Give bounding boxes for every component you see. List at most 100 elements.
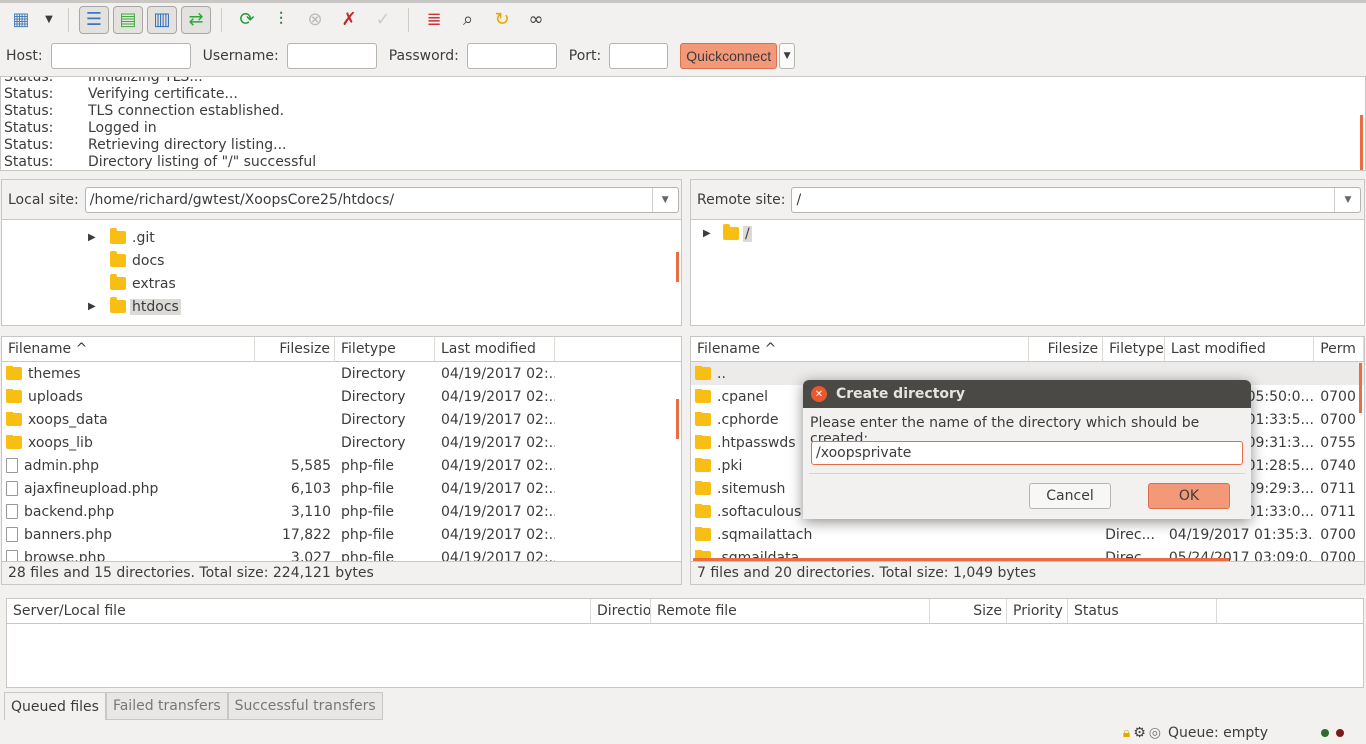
file-row[interactable]: ajaxfineupload.php 6,103 php-file 04/19/201… (2, 477, 681, 500)
tab-failed-transfers[interactable]: Failed transfers (105, 692, 228, 720)
permissions: 0740 (1320, 457, 1356, 474)
filename: themes (28, 365, 81, 382)
filename: .softaculous (717, 503, 802, 520)
column-priority[interactable]: Priority (1007, 599, 1068, 623)
remote-path-combo[interactable]: / ▼ (791, 186, 1362, 213)
tree-node[interactable]: ▶ / (703, 222, 1364, 245)
port-input[interactable] (609, 43, 669, 69)
file-row[interactable]: admin.php 5,585 php-file 04/19/2017 02:... (2, 454, 681, 477)
filter-icon[interactable]: ⫶ (266, 6, 296, 34)
column-status[interactable]: Status (1068, 599, 1217, 623)
ok-button[interactable]: OK (1148, 483, 1230, 509)
tab-queued-files[interactable]: Queued files (4, 692, 106, 720)
find-icon[interactable]: ∞ (521, 6, 551, 34)
directory-compare-icon[interactable]: ≣ (419, 6, 449, 34)
log-message: Logged in (88, 120, 157, 136)
column-permissions[interactable]: Perm (1314, 337, 1364, 361)
expand-arrow-icon[interactable]: ▶ (88, 301, 106, 312)
filename: xoops_lib (28, 434, 93, 451)
quickconnect-button[interactable]: Quickconnect (680, 43, 778, 69)
permissions: 0700 (1320, 526, 1356, 543)
tree-node[interactable]: ▶ htdocs (2, 295, 681, 318)
search-icon[interactable]: ⌕ (453, 6, 483, 34)
file-icon (6, 550, 18, 561)
file-row[interactable]: themes Directory 04/19/2017 02:... (2, 362, 681, 385)
column-filetype[interactable]: Filetype (1103, 337, 1165, 361)
file-row[interactable]: xoops_data Directory 04/19/2017 02:... (2, 408, 681, 431)
site-manager-icon[interactable]: ▦ (6, 6, 36, 34)
remote-list-scrollbar[interactable] (1359, 363, 1362, 413)
column-filename[interactable]: Filename ^ (2, 337, 255, 361)
tab-successful-transfers[interactable]: Successful transfers (227, 692, 383, 720)
remote-site-label: Remote site: (697, 191, 786, 208)
refresh-icon[interactable]: ⟳ (232, 6, 262, 34)
permissions: 0700 (1320, 549, 1356, 562)
log-message: TLS connection established. (88, 103, 285, 119)
column-last-modified[interactable]: Last modified (1165, 337, 1315, 361)
column-filename[interactable]: Filename ^ (691, 337, 1030, 361)
create-directory-dialog: ✕ Create directory Please enter the name… (803, 380, 1251, 519)
log-scrollbar[interactable] (1360, 115, 1363, 170)
tree-node[interactable]: extras (2, 272, 681, 295)
quickconnect-history-dropdown[interactable]: ▼ (779, 43, 796, 69)
cancel-button[interactable]: Cancel (1029, 483, 1111, 509)
port-label: Port: (568, 48, 602, 64)
column-remote-file[interactable]: Remote file (651, 599, 930, 623)
column-last-modified[interactable]: Last modified (435, 337, 555, 361)
file-row[interactable]: backend.php 3,110 php-file 04/19/2017 02:..… (2, 500, 681, 523)
tree-node[interactable]: docs (2, 249, 681, 272)
file-row[interactable]: uploads Directory 04/19/2017 02:... (2, 385, 681, 408)
folder-icon (695, 526, 711, 541)
transfer-queue-icon[interactable]: ⇄ (181, 5, 211, 34)
column-filesize[interactable]: Filesize (255, 337, 335, 361)
folder-icon (723, 224, 739, 240)
column-direction[interactable]: Directio (591, 599, 651, 623)
local-summary: 28 files and 15 directories. Total size:… (2, 561, 681, 584)
file-row[interactable]: banners.php 17,822 php-file 04/19/2017 02:.… (2, 523, 681, 546)
host-input[interactable] (50, 43, 191, 69)
local-tree-icon[interactable]: ▤ (113, 5, 143, 34)
close-icon[interactable]: ✕ (811, 386, 827, 402)
remote-tree-icon[interactable]: ▥ (147, 5, 177, 34)
local-tree-scrollbar[interactable] (676, 252, 679, 282)
filetype: php-file (341, 503, 395, 520)
log-type: Status: (4, 120, 54, 136)
file-row[interactable]: xoops_lib Directory 04/19/2017 02:... (2, 431, 681, 454)
filetype: php-file (341, 457, 395, 474)
log-type: Status: (4, 103, 54, 119)
remote-list-hscrollbar[interactable] (693, 558, 1229, 561)
folder-icon (695, 434, 711, 449)
password-label: Password: (388, 48, 459, 64)
local-site-panel: Local site: /home/richard/gwtest/XoopsCo… (1, 179, 682, 326)
last-modified: 04/19/2017 02:... (441, 411, 555, 428)
filetype: Directory (341, 388, 406, 405)
username-input[interactable] (286, 43, 377, 69)
log-type: Status: (4, 137, 54, 153)
synchronized-browsing-icon[interactable]: ↻ (487, 6, 517, 34)
directory-name-input[interactable] (811, 441, 1243, 465)
expand-arrow-icon[interactable]: ▶ (703, 228, 719, 239)
column-filetype[interactable]: Filetype (335, 337, 435, 361)
disconnect-icon[interactable]: ✗ (334, 6, 364, 34)
local-path-combo[interactable]: /home/richard/gwtest/XoopsCore25/htdocs/… (84, 186, 679, 213)
column-size[interactable]: Size (930, 599, 1007, 623)
expand-arrow-icon[interactable]: ▶ (88, 232, 106, 243)
password-input[interactable] (466, 43, 557, 69)
speed-limit-gear-icon[interactable]: ⚙ (1133, 725, 1146, 741)
folder-icon (110, 297, 126, 313)
local-list-scrollbar[interactable] (676, 399, 679, 439)
chevron-down-icon[interactable]: ▼ (651, 187, 678, 212)
tree-node[interactable]: ▶ .git (2, 226, 681, 249)
file-row[interactable]: browse.php 3,027 php-file 04/19/2017 02:... (2, 546, 681, 561)
tree-node-label: .git (132, 229, 155, 246)
file-row[interactable]: .sqmailattach Direc... 04/19/2017 01:35:3.… (691, 523, 1364, 546)
message-log-icon[interactable]: ☰ (79, 5, 109, 34)
dropdown-icon[interactable]: ▼ (40, 6, 58, 34)
chevron-down-icon[interactable]: ▼ (1334, 187, 1360, 212)
cancel-icon[interactable]: ⊗ (300, 6, 330, 34)
reconnect-icon[interactable]: ✓ (368, 6, 398, 34)
column-filesize[interactable]: Filesize (1029, 337, 1104, 361)
toolbar-divider (68, 7, 69, 32)
column-server-local-file[interactable]: Server/Local file (7, 599, 591, 623)
speedometer-icon[interactable]: ◎ (1149, 725, 1161, 741)
